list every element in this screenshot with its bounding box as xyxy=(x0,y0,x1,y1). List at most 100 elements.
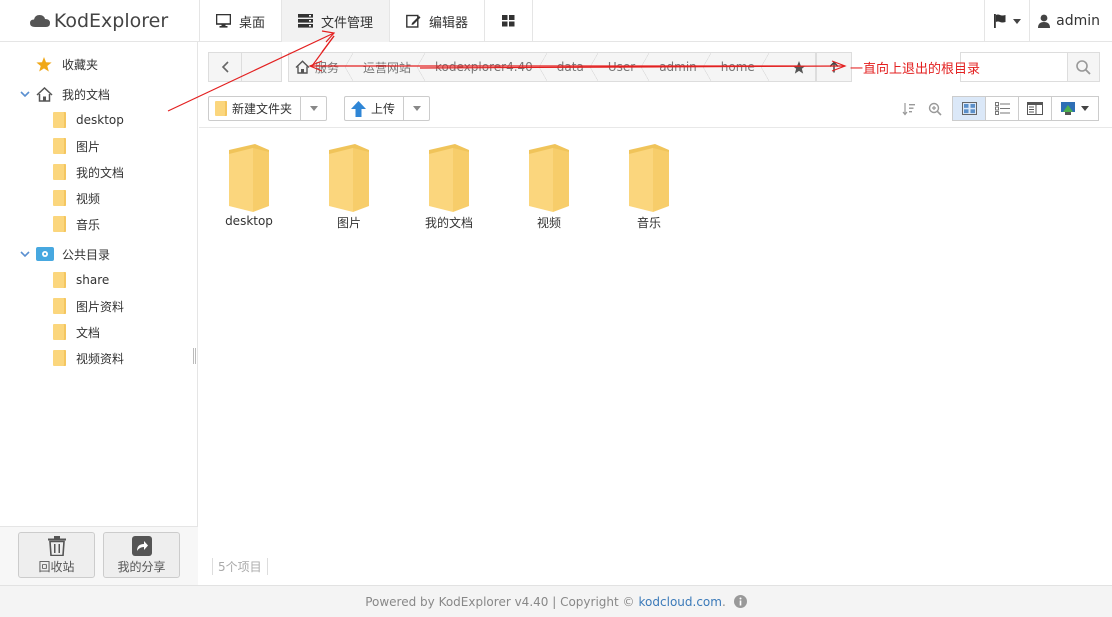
upload-button[interactable]: 上传 xyxy=(344,96,431,121)
info-icon[interactable] xyxy=(733,595,747,608)
sidebar-item-music[interactable]: 音乐 xyxy=(53,211,100,237)
sidebar-item-label: 我的文档 xyxy=(62,87,111,102)
file-item-videos[interactable]: 视频 xyxy=(499,140,599,231)
file-grid: desktop 图片 我的文档 视频 音乐 xyxy=(199,130,1112,550)
folder-icon xyxy=(329,144,369,212)
folder-icon xyxy=(53,112,66,128)
folder-icon xyxy=(429,144,469,212)
list-view-icon xyxy=(994,102,1010,115)
sidebar-item-video-assets[interactable]: 视频资料 xyxy=(53,345,124,371)
upload-main[interactable]: 上传 xyxy=(345,97,405,120)
item-count: 5个项目 xyxy=(212,558,268,575)
breadcrumb-item[interactable]: home xyxy=(711,53,769,81)
breadcrumb-item[interactable]: admin xyxy=(649,53,711,81)
sidebar-item-label: 视频 xyxy=(76,191,101,206)
parent-folder-button[interactable] xyxy=(816,52,852,82)
forward-button[interactable] xyxy=(242,52,282,82)
chevron-left-icon xyxy=(221,61,229,73)
top-bar: KodExplorer 桌面 文件管理 编辑器 admin xyxy=(0,0,1112,42)
breadcrumb-item[interactable]: 服务 xyxy=(315,53,354,81)
view-split-mode[interactable] xyxy=(1018,96,1051,121)
grid-icon xyxy=(502,15,515,27)
search-button[interactable] xyxy=(1068,52,1100,82)
search-icon xyxy=(1076,59,1091,75)
star-icon xyxy=(792,60,806,74)
home-icon xyxy=(36,86,53,102)
tab-file-manager[interactable]: 文件管理 xyxy=(282,0,391,42)
footer-text: Powered by KodExplorer v4.40 | Copyright… xyxy=(365,594,635,609)
file-item-pictures[interactable]: 图片 xyxy=(299,140,399,231)
breadcrumb: 服务 运营网站 kodexplorer4.40 data User admin … xyxy=(288,52,816,82)
breadcrumb-item[interactable]: 运营网站 xyxy=(353,53,426,81)
sidebar-item-label: 公共目录 xyxy=(62,247,111,262)
folder-icon xyxy=(53,164,66,180)
file-name: desktop xyxy=(225,214,273,228)
sidebar-item-label: 音乐 xyxy=(76,217,101,232)
folder-icon xyxy=(529,144,569,212)
breadcrumb-home[interactable] xyxy=(289,53,315,81)
file-item-documents[interactable]: 我的文档 xyxy=(399,140,499,231)
folder-icon xyxy=(53,350,66,366)
sidebar-bottom: 回收站 我的分享 xyxy=(0,526,198,585)
sidebar-resize-handle[interactable] xyxy=(193,348,196,364)
folder-icon xyxy=(229,144,269,212)
sidebar-item-picture-assets[interactable]: 图片资料 xyxy=(53,293,124,319)
user-icon xyxy=(1038,14,1051,28)
edit-icon xyxy=(406,14,421,28)
breadcrumb-item[interactable]: User xyxy=(598,53,650,81)
breadcrumb-item[interactable]: kodexplorer4.40 xyxy=(425,53,547,81)
chevron-down-icon[interactable] xyxy=(20,89,30,99)
sidebar-item-docs[interactable]: 文档 xyxy=(53,319,100,345)
sidebar-item-label: 图片 xyxy=(76,139,101,154)
sidebar-item-share[interactable]: share xyxy=(53,267,109,293)
tab-apps[interactable] xyxy=(485,0,534,42)
new-folder-dropdown[interactable] xyxy=(301,97,326,120)
new-folder-main[interactable]: 新建文件夹 xyxy=(209,97,302,120)
upload-label: 上传 xyxy=(371,102,396,116)
my-share-button[interactable]: 我的分享 xyxy=(103,532,180,578)
file-item-desktop[interactable]: desktop xyxy=(199,140,299,228)
file-item-music[interactable]: 音乐 xyxy=(599,140,699,231)
sidebar-item-desktop[interactable]: desktop xyxy=(53,107,124,133)
sidebar-item-videos[interactable]: 视频 xyxy=(53,185,100,211)
view-icon-mode[interactable] xyxy=(952,96,985,121)
theme-icon xyxy=(1061,102,1075,115)
cloud-icon xyxy=(29,15,50,27)
theme-menu[interactable] xyxy=(1051,96,1099,121)
tab-desktop[interactable]: 桌面 xyxy=(200,0,283,42)
file-toolbar: 新建文件夹 上传 xyxy=(199,88,1112,128)
new-folder-button[interactable]: 新建文件夹 xyxy=(208,96,328,121)
sidebar-item-documents[interactable]: 我的文档 xyxy=(53,159,124,185)
upload-dropdown[interactable] xyxy=(404,97,429,120)
sidebar-item-public[interactable]: 公共目录 xyxy=(20,241,110,267)
file-name: 我的文档 xyxy=(424,216,473,230)
file-name: 音乐 xyxy=(636,216,661,230)
tab-editor[interactable]: 编辑器 xyxy=(390,0,486,42)
user-menu[interactable]: admin xyxy=(1029,0,1112,42)
footer-link[interactable]: kodcloud.com xyxy=(639,595,722,609)
monitor-icon xyxy=(216,14,231,28)
sidebar-item-label: 收藏夹 xyxy=(62,57,99,72)
sort-icon[interactable] xyxy=(902,102,916,116)
favorite-button[interactable] xyxy=(782,52,816,82)
recycle-bin-button[interactable]: 回收站 xyxy=(18,532,95,578)
sidebar-item-pictures[interactable]: 图片 xyxy=(53,133,100,159)
sidebar-item-label: desktop xyxy=(76,113,124,127)
chevron-down-icon xyxy=(309,106,318,111)
sidebar-item-label: share xyxy=(76,273,110,287)
breadcrumb-item[interactable]: data xyxy=(547,53,598,81)
tab-editor-label: 编辑器 xyxy=(429,15,469,31)
chevron-down-icon[interactable] xyxy=(20,249,30,259)
view-list-mode[interactable] xyxy=(985,96,1018,121)
sidebar-item-favorites[interactable]: 收藏夹 xyxy=(36,51,98,77)
sidebar-item-my-docs[interactable]: 我的文档 xyxy=(20,81,110,107)
app-logo[interactable]: KodExplorer xyxy=(0,0,198,42)
folder-icon xyxy=(53,138,66,154)
annotation-text: 一直向上退出的根目录 xyxy=(850,62,981,77)
logo-text: KodExplorer xyxy=(53,10,169,32)
folder-icon xyxy=(53,190,66,206)
zoom-icon[interactable] xyxy=(928,102,942,116)
trash-icon xyxy=(47,535,66,556)
language-menu[interactable] xyxy=(984,0,1029,42)
back-button[interactable] xyxy=(208,52,242,82)
